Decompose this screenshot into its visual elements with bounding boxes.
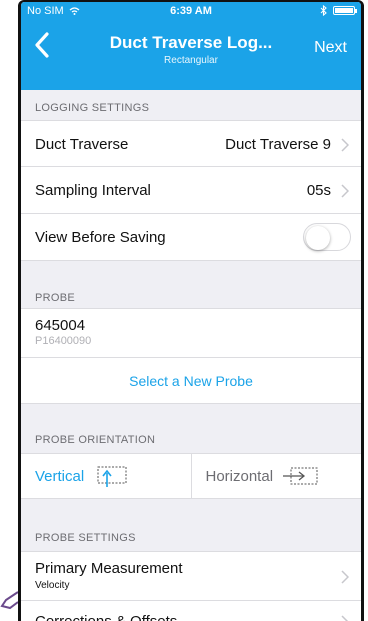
- probe-id: 645004: [35, 317, 86, 334]
- chevron-right-icon: [341, 184, 349, 198]
- duct-traverse-row[interactable]: Duct Traverse Duct Traverse 9: [21, 120, 361, 167]
- orientation-vertical-label: Vertical: [35, 467, 85, 485]
- probe-settings-header: PROBE SETTINGS: [35, 532, 136, 544]
- orientation-vertical[interactable]: Vertical: [21, 454, 191, 498]
- orientation-selector: Vertical Horizontal: [21, 453, 361, 499]
- navigation-header: No SIM 6:39 AM Duct Traverse Log... Rect…: [21, 2, 361, 90]
- primary-measurement-value: Velocity: [35, 580, 70, 591]
- horizontal-probe-icon: [283, 467, 318, 485]
- view-before-saving-row: View Before Saving: [21, 214, 361, 261]
- back-chevron-icon[interactable]: [31, 30, 57, 60]
- chevron-right-icon: [341, 138, 349, 152]
- chevron-right-icon: [341, 570, 349, 584]
- nav-bar: Duct Traverse Log... Rectangular Next: [21, 20, 361, 90]
- toggle-knob: [306, 226, 330, 250]
- page-subtitle: Rectangular: [164, 55, 218, 66]
- status-bar: No SIM 6:39 AM: [21, 2, 361, 20]
- view-before-saving-toggle[interactable]: [303, 223, 351, 251]
- probe-header: PROBE: [35, 292, 76, 304]
- duct-traverse-value: Duct Traverse 9: [225, 136, 331, 153]
- probe-orientation-header: PROBE ORIENTATION: [35, 434, 156, 446]
- orientation-horizontal-label: Horizontal: [205, 467, 274, 485]
- chevron-right-icon: [341, 615, 349, 621]
- sampling-interval-row[interactable]: Sampling Interval 05s: [21, 167, 361, 214]
- corrections-offsets-label: Corrections & Offsets: [35, 613, 177, 621]
- partial-hand-graphic: [0, 591, 18, 610]
- sampling-interval-label: Sampling Interval: [35, 182, 151, 199]
- clock: 6:39 AM: [170, 5, 212, 17]
- select-probe-row: Select a New Probe: [21, 358, 361, 404]
- next-button[interactable]: Next: [314, 39, 347, 57]
- probe-serial: P16400090: [35, 335, 92, 347]
- orientation-horizontal[interactable]: Horizontal: [190, 454, 362, 498]
- select-new-probe-link[interactable]: Select a New Probe: [21, 373, 361, 389]
- primary-measurement-row[interactable]: Primary Measurement Velocity: [21, 551, 361, 601]
- battery-icon: [333, 6, 357, 15]
- primary-measurement-label: Primary Measurement: [35, 560, 183, 577]
- corrections-offsets-row[interactable]: Corrections & Offsets: [21, 601, 361, 621]
- page-title: Duct Traverse Log...: [109, 33, 273, 52]
- probe-info-row: 645004 P16400090: [21, 308, 361, 358]
- vertical-probe-icon: [97, 466, 127, 487]
- duct-traverse-label: Duct Traverse: [35, 136, 129, 153]
- logging-settings-header: LOGGING SETTINGS: [35, 102, 150, 114]
- phone-screen: No SIM 6:39 AM Duct Traverse Log... Rect…: [18, 0, 364, 621]
- bluetooth-icon: [320, 5, 327, 16]
- view-before-saving-label: View Before Saving: [35, 229, 166, 246]
- sampling-interval-value: 05s: [306, 182, 331, 199]
